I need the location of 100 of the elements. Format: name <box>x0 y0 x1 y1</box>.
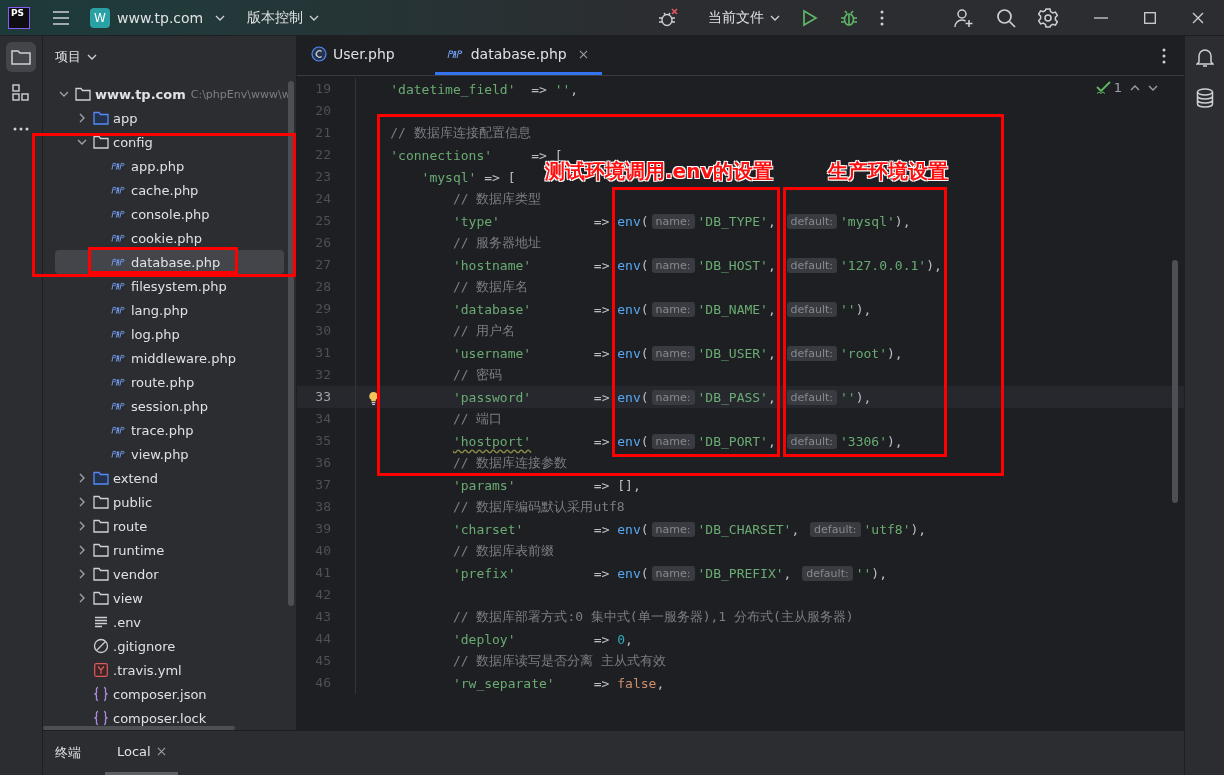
chevron-down-icon[interactable] <box>77 137 87 147</box>
tree-item[interactable]: route.php <box>43 370 292 394</box>
code-string: 'datetime_field' <box>390 81 516 97</box>
close-icon[interactable] <box>578 49 588 59</box>
code-comment: // 用户名 <box>452 322 516 340</box>
caret-icon[interactable] <box>770 14 780 21</box>
tree-item[interactable]: runtime <box>43 538 292 562</box>
vcs-menu[interactable]: 版本控制 <box>247 8 304 27</box>
database-icon[interactable] <box>1195 88 1214 108</box>
tree-item[interactable]: cache.php <box>43 178 292 202</box>
tree-item[interactable]: session.php <box>43 394 292 418</box>
tree-item[interactable]: app <box>43 106 292 130</box>
tree-item[interactable]: filesystem.php <box>43 274 292 298</box>
code-text: ), <box>887 433 903 449</box>
settings-icon[interactable] <box>1038 7 1058 28</box>
chevron-right-icon[interactable] <box>77 497 87 507</box>
scrollbar[interactable] <box>43 726 235 730</box>
chevron-right-icon[interactable] <box>77 569 87 579</box>
tree-item[interactable]: .travis.yml <box>43 658 292 682</box>
item-label: database.php <box>131 254 221 270</box>
tree-item[interactable]: trace.php <box>43 418 292 442</box>
scrollbar[interactable] <box>1172 260 1178 503</box>
code-string: 'deploy' <box>452 631 516 647</box>
bell-icon[interactable] <box>1195 48 1214 68</box>
chevron-right-icon[interactable] <box>77 113 87 123</box>
caret-icon[interactable] <box>87 54 97 60</box>
tree-item[interactable]: public <box>43 490 292 514</box>
editor-tab[interactable]: database.php <box>434 36 602 75</box>
code-string: '' <box>855 565 872 581</box>
tree-item[interactable]: cookie.php <box>43 226 292 250</box>
function-name: env <box>617 345 641 361</box>
code-keyword: false <box>617 675 657 691</box>
run-icon[interactable] <box>802 8 818 27</box>
minimize-icon[interactable] <box>1094 16 1108 19</box>
code-text: ), <box>926 257 942 273</box>
caret-icon[interactable] <box>309 14 320 21</box>
item-label: route.php <box>131 374 195 390</box>
add-user-icon[interactable] <box>954 7 974 28</box>
menu-icon[interactable] <box>52 10 70 25</box>
chevron-right-icon[interactable] <box>77 521 87 531</box>
tree-item[interactable]: composer.lock <box>43 706 292 730</box>
chevron-right-icon[interactable] <box>77 473 87 483</box>
code-string: 'prefix' <box>452 565 516 581</box>
maximize-icon[interactable] <box>1144 11 1156 24</box>
php-file-icon <box>111 209 127 219</box>
code-text: , <box>783 565 793 581</box>
tree-item[interactable]: route <box>43 514 292 538</box>
code-string: '3306' <box>840 433 887 449</box>
more-icon[interactable] <box>1162 47 1166 64</box>
tree-item[interactable]: database.php <box>55 250 284 274</box>
code-string: 'type' <box>452 213 500 229</box>
tree-item[interactable]: lang.php <box>43 298 292 322</box>
chevron-right-icon[interactable] <box>77 593 87 603</box>
tree-item[interactable]: .env <box>43 610 292 634</box>
caret-icon[interactable] <box>215 14 226 21</box>
code-string: '' <box>554 81 571 97</box>
code-string: 'username' <box>452 345 532 361</box>
panel-title[interactable]: 项目 <box>55 48 81 66</box>
code-string: 'DB_HOST' <box>697 257 768 273</box>
more-icon[interactable] <box>880 9 884 26</box>
function-name: env <box>617 389 641 405</box>
app-logo[interactable]: PS <box>8 6 30 29</box>
line-number: 33 <box>297 386 356 408</box>
tree-item[interactable]: view.php <box>43 442 292 466</box>
scrollbar[interactable] <box>288 81 294 606</box>
php-file-icon <box>111 305 127 315</box>
project-selector[interactable]: www.tp.com <box>117 9 204 26</box>
code-text: ( <box>640 433 649 449</box>
tree-item[interactable]: log.php <box>43 322 292 346</box>
code-text: , <box>767 389 777 405</box>
inlay-hint: name: <box>651 565 695 581</box>
check-icon[interactable] <box>1095 80 1112 95</box>
tree-item[interactable]: middleware.php <box>43 346 292 370</box>
run-configuration[interactable]: 当前文件 <box>708 8 764 27</box>
terminal-tab[interactable]: Local <box>105 731 178 775</box>
tree-item[interactable]: vendor <box>43 562 292 586</box>
item-label: www.tp.com <box>95 86 186 102</box>
editor-tab[interactable]: User.php <box>309 36 409 75</box>
chevron-down-icon[interactable] <box>1148 84 1158 91</box>
tree-item[interactable]: config <box>43 130 292 154</box>
project-tool-button[interactable] <box>6 42 36 72</box>
problem-count[interactable]: 1 <box>1113 80 1122 95</box>
tree-item[interactable]: composer.json <box>43 682 292 706</box>
close-icon[interactable] <box>156 747 166 756</box>
tree-item[interactable]: .gitignore <box>43 634 292 658</box>
search-icon[interactable] <box>996 7 1016 28</box>
item-label: .gitignore <box>113 638 176 654</box>
tree-item[interactable]: view <box>43 586 292 610</box>
lightbulb-icon[interactable] <box>368 390 379 406</box>
tree-item[interactable]: app.php <box>43 154 292 178</box>
debug-icon[interactable] <box>840 8 858 27</box>
prohibited-icon <box>93 638 109 654</box>
tree-item[interactable]: console.php <box>43 202 292 226</box>
close-icon[interactable] <box>1192 11 1204 24</box>
chevron-down-icon[interactable] <box>59 89 69 99</box>
tree-item[interactable]: www.tp.com C:\phpEnv\www\w <box>43 82 292 106</box>
bug-icon[interactable] <box>658 7 678 28</box>
chevron-right-icon[interactable] <box>77 545 87 555</box>
chevron-up-icon[interactable] <box>1130 84 1140 91</box>
tree-item[interactable]: extend <box>43 466 292 490</box>
